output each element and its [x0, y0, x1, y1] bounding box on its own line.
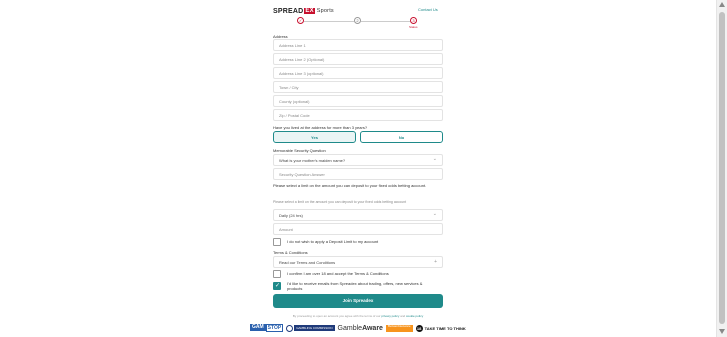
deposit-limit-question: Please select a limit on the amount you …: [273, 183, 427, 188]
gambling-commission-text: GAMBLING COMMISSION: [294, 325, 335, 331]
confirm-age-terms-checkbox[interactable]: [273, 270, 281, 278]
gamstop-gam: GAM: [250, 324, 266, 331]
confirm-age-terms-label: I confirm I am over 18 and accept the Te…: [287, 271, 389, 276]
security-question-label: Memorable Security Question: [273, 148, 326, 153]
step-2: 2: [354, 17, 361, 24]
take-time-to-think-text: TAKE TIME TO THINK: [424, 325, 466, 331]
gamstop-stop: STOP: [265, 324, 284, 332]
county-input[interactable]: County (optional): [273, 95, 443, 107]
town-city-input[interactable]: Town / City: [273, 81, 443, 93]
deposit-amount-input[interactable]: Amount: [273, 223, 443, 235]
fine-print-and: and: [400, 314, 406, 318]
no-deposit-limit-label: I do not wish to apply a Deposit Limit t…: [287, 239, 379, 244]
fine-print-text: By proceeding to open an account you agr…: [292, 314, 381, 318]
cookie-policy-link[interactable]: cookie policy: [406, 314, 423, 318]
step-connector: [304, 21, 354, 22]
gambleaware-logo[interactable]: GambleAware: [338, 325, 383, 332]
read-terms-label: Read our Terms and Conditions: [279, 260, 336, 265]
read-terms-expander[interactable]: Read our Terms and Conditions +: [273, 256, 443, 268]
scrollbar-thumb[interactable]: [719, 12, 725, 324]
logo-sports: Sports: [316, 8, 334, 14]
signup-page: SPREAD EX Sports Contact Us ✓ 2 3 Status…: [0, 0, 716, 337]
responsible-gambling-footer: GAM STOP GAMBLING COMMISSION GambleAware…: [250, 324, 466, 332]
take-time-to-think-logo[interactable]: 18 TAKE TIME TO THINK: [415, 324, 466, 332]
progress-steps: ✓ 2 3 Status: [297, 17, 418, 31]
plus-icon: +: [434, 259, 437, 265]
gambleaware-b: Aware: [362, 324, 383, 332]
deposit-period-select[interactable]: Daily (24 hrs): [273, 209, 443, 221]
gamstop-logo[interactable]: GAM STOP: [250, 324, 284, 332]
security-question-select[interactable]: What is your mother's maiden name?: [273, 154, 443, 166]
fine-print: By proceeding to open an account you agr…: [283, 314, 433, 318]
spreadex-logo[interactable]: SPREAD EX Sports: [273, 6, 334, 16]
gambling-commission-icon: [286, 324, 294, 332]
marketing-emails-checkbox[interactable]: [273, 282, 281, 290]
logo-spread: SPREAD: [273, 7, 304, 15]
residency-question: Have you lived at the address for more t…: [273, 125, 368, 130]
vertical-scrollbar[interactable]: [716, 0, 727, 337]
no-deposit-limit-checkbox[interactable]: [273, 238, 281, 246]
age-18-icon: 18: [415, 324, 423, 332]
step-3: 3: [410, 17, 417, 24]
security-answer-input[interactable]: Security Question Answer: [273, 168, 443, 180]
step-3-label: Status: [409, 25, 418, 29]
step-1-complete-icon: ✓: [297, 17, 304, 24]
begambleaware-logo[interactable]: BeGambleAware: [385, 324, 413, 332]
privacy-policy-link[interactable]: privacy policy: [381, 314, 399, 318]
contact-us-link[interactable]: Contact Us: [418, 7, 438, 12]
residency-yes-button[interactable]: Yes: [273, 131, 356, 143]
logo-ex: EX: [304, 8, 315, 14]
scroll-up-arrow-icon[interactable]: [719, 2, 725, 7]
address-line-1-input[interactable]: Address Line 1: [273, 39, 443, 51]
address-line-2-input[interactable]: Address Line 2 (Optional): [273, 53, 443, 65]
terms-label: Terms & Conditions: [273, 250, 308, 255]
gambling-commission-logo[interactable]: GAMBLING COMMISSION: [286, 324, 335, 332]
zip-postal-code-input[interactable]: Zip / Postal Code: [273, 109, 443, 121]
step-connector: [361, 21, 410, 22]
join-spreadex-button[interactable]: Join Spreadex: [273, 294, 443, 308]
deposit-limit-note: Please select a limit on the amount you …: [273, 200, 407, 204]
residency-no-button[interactable]: No: [360, 131, 443, 143]
marketing-emails-label: I'd like to receive emails from Spreadex…: [287, 281, 423, 291]
address-line-3-input[interactable]: Address Line 3 (optional): [273, 67, 443, 79]
scroll-down-arrow-icon[interactable]: [719, 329, 725, 334]
gambleaware-a: Gamble: [337, 324, 363, 332]
